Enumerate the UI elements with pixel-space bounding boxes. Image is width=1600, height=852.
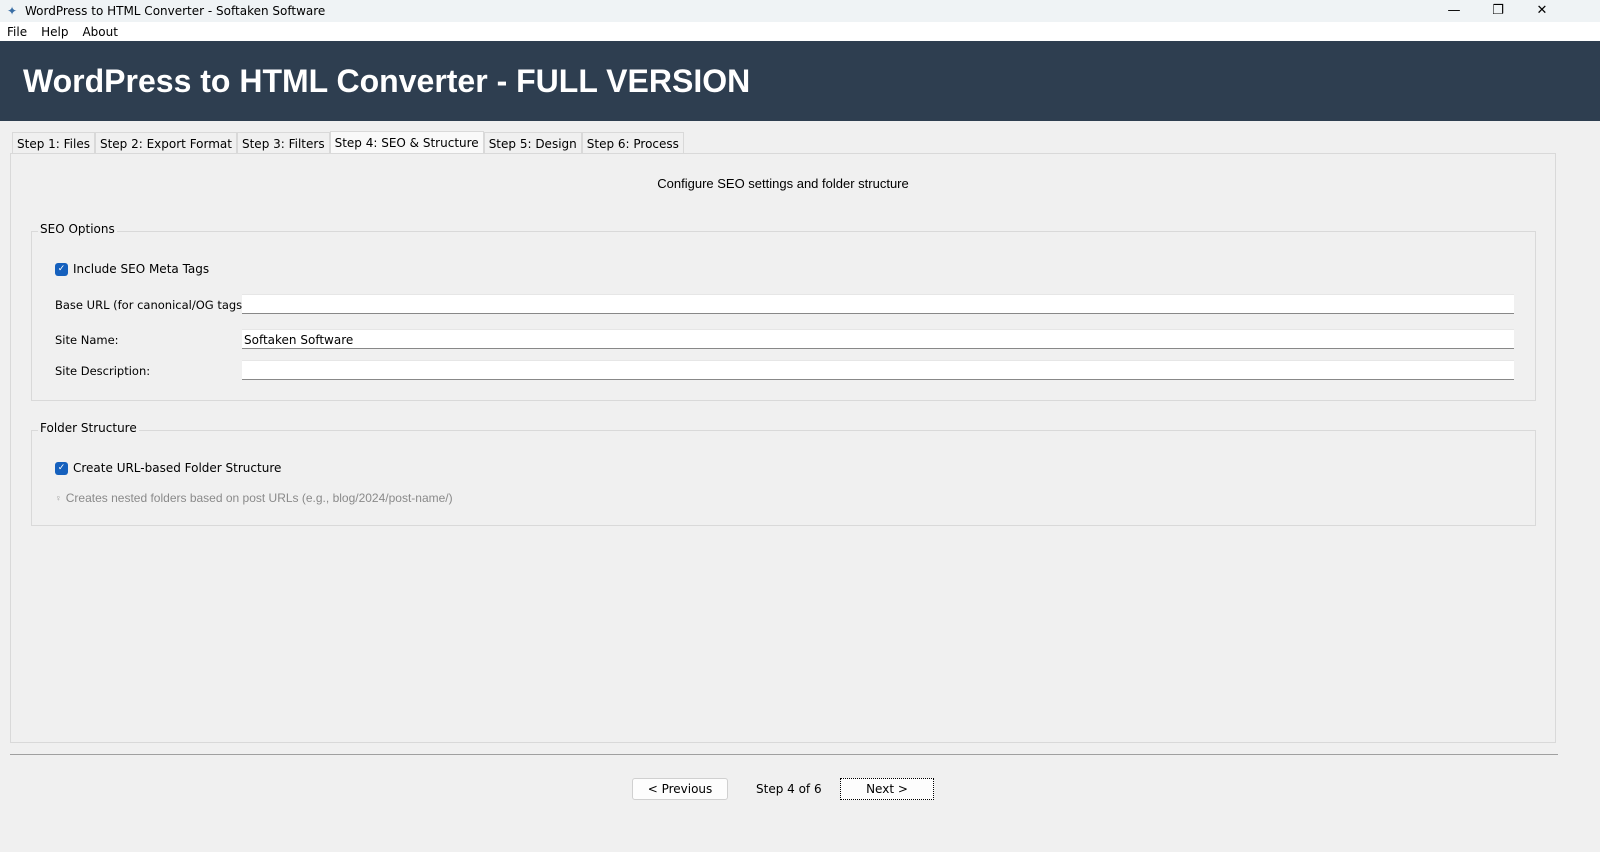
tab-design[interactable]: Step 5: Design — [483, 132, 582, 154]
close-button[interactable]: ✕ — [1519, 0, 1565, 22]
menu-bar: File Help About — [0, 22, 1600, 41]
folder-hint-text: Creates nested folders based on post URL… — [65, 491, 453, 505]
tab-seo-structure[interactable]: Step 4: SEO & Structure — [329, 131, 484, 155]
step-indicator: Step 4 of 6 — [756, 782, 822, 796]
minimize-button[interactable]: — — [1431, 0, 1477, 22]
folder-hint: ♀ Creates nested folders based on post U… — [55, 491, 453, 505]
footer-divider — [10, 754, 1558, 755]
next-button[interactable]: Next > — [840, 778, 934, 800]
seo-options-group: SEO Options ✓ Include SEO Meta Tags Base… — [31, 222, 1536, 401]
site-description-label: Site Description: — [55, 364, 151, 378]
checkmark-icon: ✓ — [55, 262, 68, 276]
menu-about[interactable]: About — [82, 25, 117, 39]
previous-button[interactable]: < Previous — [632, 778, 728, 800]
url-folder-structure-checkbox[interactable]: ✓ Create URL-based Folder Structure — [55, 461, 281, 475]
title-bar: ✦ WordPress to HTML Converter - Softaken… — [0, 0, 1600, 22]
site-name-input[interactable]: Softaken Software — [242, 329, 1514, 349]
folder-structure-legend: Folder Structure — [38, 421, 139, 435]
page-subtitle: Configure SEO settings and folder struct… — [657, 176, 909, 191]
menu-help[interactable]: Help — [41, 25, 68, 39]
menu-file[interactable]: File — [7, 25, 27, 39]
include-seo-meta-checkbox[interactable]: ✓ Include SEO Meta Tags — [55, 262, 209, 276]
base-url-label: Base URL (for canonical/OG tags): — [55, 298, 251, 312]
app-header: WordPress to HTML Converter - FULL VERSI… — [0, 41, 1600, 121]
tab-export-format[interactable]: Step 2: Export Format — [94, 132, 237, 154]
base-url-input[interactable] — [242, 294, 1514, 314]
site-description-input[interactable] — [242, 360, 1514, 380]
lightbulb-icon: ♀ — [55, 493, 62, 503]
maximize-button[interactable]: ❐ — [1475, 0, 1521, 22]
tab-process[interactable]: Step 6: Process — [581, 132, 684, 154]
step-tabs: Step 1: Files Step 2: Export Format Step… — [12, 131, 684, 155]
app-icon: ✦ — [6, 4, 18, 18]
tab-files[interactable]: Step 1: Files — [12, 132, 95, 154]
tab-panel: Configure SEO settings and folder struct… — [10, 153, 1556, 743]
site-name-label: Site Name: — [55, 333, 119, 347]
tab-filters[interactable]: Step 3: Filters — [236, 132, 330, 154]
url-folder-structure-label: Create URL-based Folder Structure — [73, 461, 282, 475]
seo-options-legend: SEO Options — [38, 222, 117, 236]
include-seo-meta-label: Include SEO Meta Tags — [73, 262, 210, 276]
window-title: WordPress to HTML Converter - Softaken S… — [25, 4, 326, 18]
folder-structure-group: Folder Structure ✓ Create URL-based Fold… — [31, 421, 1536, 526]
checkmark-icon: ✓ — [55, 461, 68, 475]
